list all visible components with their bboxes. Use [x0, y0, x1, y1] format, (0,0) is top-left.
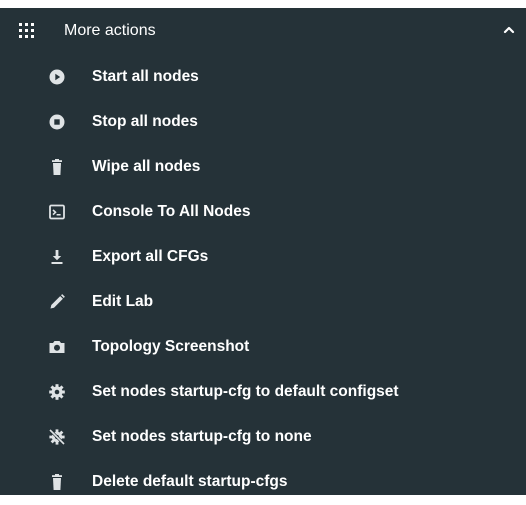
item-label: Console To All Nodes	[92, 202, 251, 220]
more-actions-header[interactable]: More actions	[0, 8, 526, 54]
download-icon	[47, 247, 67, 267]
wipe-all-nodes-item[interactable]: Wipe all nodes	[0, 144, 526, 189]
terminal-icon	[47, 202, 67, 222]
stop-all-nodes-item[interactable]: Stop all nodes	[0, 99, 526, 144]
trash-icon	[47, 472, 67, 492]
edit-lab-item[interactable]: Edit Lab	[0, 279, 526, 324]
gear-off-icon	[47, 427, 67, 447]
gear-icon	[47, 382, 67, 402]
more-actions-title: More actions	[64, 22, 156, 39]
item-label: Wipe all nodes	[92, 157, 201, 175]
delete-default-startup-cfgs-item[interactable]: Delete default startup-cfgs	[0, 460, 526, 505]
set-startup-cfg-default-item[interactable]: Set nodes startup-cfg to default configs…	[0, 370, 526, 415]
set-startup-cfg-none-item[interactable]: Set nodes startup-cfg to none	[0, 415, 526, 460]
export-all-cfgs-item[interactable]: Export all CFGs	[0, 234, 526, 279]
item-label: Set nodes startup-cfg to default configs…	[92, 383, 399, 401]
console-to-all-nodes-item[interactable]: Console To All Nodes	[0, 189, 526, 234]
play-circle-icon	[47, 67, 67, 87]
chevron-up-icon[interactable]	[502, 23, 516, 37]
start-all-nodes-item[interactable]: Start all nodes	[0, 54, 526, 99]
item-label: Edit Lab	[92, 293, 154, 311]
apps-grid-icon	[19, 23, 34, 38]
item-label: Stop all nodes	[92, 112, 198, 130]
item-label: Start all nodes	[92, 67, 199, 85]
item-label: Delete default startup-cfgs	[92, 473, 288, 491]
item-label: Export all CFGs	[92, 247, 209, 265]
more-actions-panel: More actions Start all nodes Stop all no…	[0, 8, 526, 495]
topology-screenshot-item[interactable]: Topology Screenshot	[0, 325, 526, 370]
item-label: Set nodes startup-cfg to none	[92, 428, 312, 446]
item-label: Topology Screenshot	[92, 338, 250, 356]
stop-circle-icon	[47, 112, 67, 132]
trash-icon	[47, 157, 67, 177]
camera-icon	[47, 337, 67, 357]
pencil-icon	[47, 292, 67, 312]
actions-list: Start all nodes Stop all nodes Wipe all …	[0, 54, 526, 505]
